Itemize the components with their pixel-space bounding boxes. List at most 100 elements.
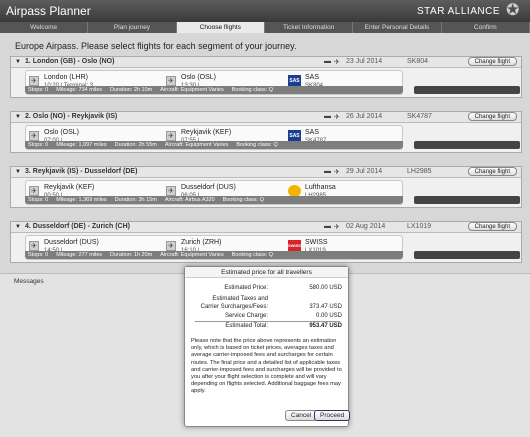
collapse-triangle-icon[interactable]: ▼ [15, 59, 21, 65]
fare-bar [414, 196, 520, 204]
segment-header[interactable]: ▼ 3. Reykjavik (IS) - Dusseldorf (DE) ▬ … [11, 167, 521, 178]
segment-date: 23 Jul 2014 [346, 58, 383, 65]
step-confirm[interactable]: Confirm [442, 22, 530, 33]
step-personal-details[interactable]: Enter Personal Details [353, 22, 442, 33]
plane-icon: ✈ [334, 59, 340, 66]
change-flight-button[interactable]: Change flight [467, 112, 517, 121]
segment-header[interactable]: ▼ 2. Oslo (NO) - Reykjavik (IS) ▬ ✈ 26 J… [11, 112, 521, 123]
plane-icon: ✈ [334, 114, 340, 121]
departure-plane-icon: ✈ [29, 241, 39, 251]
seat-icon: ▬ [324, 168, 331, 175]
segment-header[interactable]: ▼ 4. Dusseldorf (DE) - Zurich (CH) ▬ ✈ 0… [11, 222, 521, 233]
segment-date: 26 Jul 2014 [346, 113, 383, 120]
dialog-title: Estimated price for all travellers [185, 267, 348, 278]
segment-route: 3. Reykjavik (IS) - Dusseldorf (DE) [25, 168, 138, 175]
stops: Stops: 0 [28, 252, 49, 258]
service-label: Service Charge: [224, 313, 268, 319]
segment-route: 1. London (GB) - Oslo (NO) [25, 58, 115, 65]
segment-route: 4. Dusseldorf (DE) - Zurich (CH) [25, 223, 131, 230]
step-choose-flights[interactable]: Choose flights [176, 22, 265, 33]
segment-flight-code: SK804 [407, 58, 429, 65]
segment-header[interactable]: ▼ 1. London (GB) - Oslo (NO) ▬ ✈ 23 Jul … [11, 57, 521, 68]
total-label: Estimated Total: [225, 323, 268, 329]
fare-bar [414, 86, 520, 94]
proceed-button[interactable]: Proceed [314, 410, 351, 421]
stops: Stops: 0 [28, 87, 49, 93]
segment-panel: ▼ 4. Dusseldorf (DE) - Zurich (CH) ▬ ✈ 0… [10, 221, 522, 263]
price-dialog: Estimated price for all travellers Estim… [184, 266, 351, 427]
duration: Duration: 2h 10m [110, 87, 153, 93]
change-flight-button[interactable]: Change flight [467, 57, 517, 66]
arrival-airport: Oslo (OSL) [181, 74, 217, 81]
segment-panel: ▼ 2. Oslo (NO) - Reykjavik (IS) ▬ ✈ 26 J… [10, 111, 522, 153]
step-welcome[interactable]: Welcome [0, 22, 89, 33]
messages-label: Messages [14, 278, 44, 285]
mileage: Mileage: 1,369 miles [56, 197, 107, 203]
segment-date: 02 Aug 2014 [346, 223, 386, 230]
app-title: Airpass Planner [6, 4, 91, 18]
arrival-plane-icon: ✈ [166, 186, 176, 196]
aircraft: Aircraft: Equipment Varies [164, 142, 229, 148]
airline-name: SAS [305, 129, 320, 136]
step-ticket-information[interactable]: Ticket Information [265, 22, 354, 33]
collapse-triangle-icon[interactable]: ▼ [15, 169, 21, 175]
segment-route: 2. Oslo (NO) - Reykjavik (IS) [25, 113, 118, 120]
service-value: 0.00 USD [315, 313, 342, 319]
flight-stats-bar: Stops: 0 Mileage: 1,097 miles Duration: 2h… [25, 141, 403, 149]
segment-panel: ▼ 1. London (GB) - Oslo (NO) ▬ ✈ 23 Jul … [10, 56, 522, 98]
seat-icon: ▬ [324, 113, 331, 120]
taxes-label-line2: Carrier Surcharges/Fees: [200, 304, 268, 310]
price-label: Estimated Price: [224, 285, 268, 291]
departure-airport: Dusseldorf (DUS) [44, 239, 99, 246]
duration: Duration: 1h 20m [110, 252, 153, 258]
flight-stats-bar: Stops: 0 Mileage: 1,369 miles Duration: 3h… [25, 196, 403, 204]
aircraft: Aircraft: Equipment Varies [160, 87, 224, 93]
collapse-triangle-icon[interactable]: ▼ [15, 114, 21, 120]
price-disclaimer: Please note that the price above represe… [191, 338, 342, 395]
change-flight-button[interactable]: Change flight [467, 222, 517, 231]
plane-icon: ✈ [334, 169, 340, 176]
booking-class: Booking class: Q [231, 252, 274, 258]
step-plan-journey[interactable]: Plan journey [88, 22, 177, 33]
departure-plane-icon: ✈ [29, 186, 39, 196]
seat-icon: ▬ [324, 58, 331, 65]
stops: Stops: 0 [28, 142, 49, 148]
segment-flight-code: LH2985 [407, 168, 432, 175]
change-flight-button[interactable]: Change flight [467, 167, 517, 176]
airline-name: SAS [305, 74, 320, 81]
arrival-airport: Zurich (ZRH) [181, 239, 222, 246]
progress-steps: Welcome Plan journey Choose flights Tick… [0, 22, 530, 33]
flight-stats-bar: Stops: 0 Mileage: 277 miles Duration: 1h 2… [25, 251, 403, 259]
arrival-plane-icon: ✈ [166, 241, 176, 251]
segment-date: 29 Jul 2014 [346, 168, 383, 175]
cancel-button[interactable]: Cancel [285, 410, 318, 421]
star-alliance-logo-icon: ✪ [506, 2, 520, 19]
departure-airport: Reykjavik (KEF) [44, 184, 95, 191]
airline-name: Lufthansa [305, 184, 336, 191]
price-value: 580.00 USD [309, 285, 342, 291]
duration: Duration: 3h 15m [114, 197, 157, 203]
aircraft: Aircraft: Equipment Varies [160, 252, 224, 258]
taxes-value: 373.47 USD [309, 304, 342, 310]
booking-class: Booking class: Q [222, 197, 264, 203]
flight-stats-bar: Stops: 0 Mileage: 734 miles Duration: 2h 1… [25, 86, 403, 94]
departure-airport: Oslo (OSL) [44, 129, 80, 136]
collapse-triangle-icon[interactable]: ▼ [15, 224, 21, 230]
departure-plane-icon: ✈ [29, 76, 39, 86]
brand-name: STAR ALLIANCE [416, 6, 500, 17]
segment-flight-code: SK4787 [407, 113, 432, 120]
mileage: Mileage: 734 miles [56, 87, 103, 93]
mileage: Mileage: 277 miles [56, 252, 103, 258]
stops: Stops: 0 [28, 197, 49, 203]
segment-flight-code: LX1019 [407, 223, 432, 230]
plane-icon: ✈ [334, 224, 340, 231]
duration: Duration: 2h 55m [114, 142, 157, 148]
airline-name: SWISS [305, 239, 328, 246]
arrival-plane-icon: ✈ [166, 131, 176, 141]
intro-text: Europe Airpass. Please select flights fo… [15, 41, 297, 51]
booking-class: Booking class: Q [236, 142, 278, 148]
title-bar: Airpass Planner STAR ALLIANCE ✪ [0, 0, 530, 22]
fare-bar [414, 251, 520, 259]
mileage: Mileage: 1,097 miles [56, 142, 107, 148]
aircraft: Aircraft: Airbus A320 [164, 197, 215, 203]
